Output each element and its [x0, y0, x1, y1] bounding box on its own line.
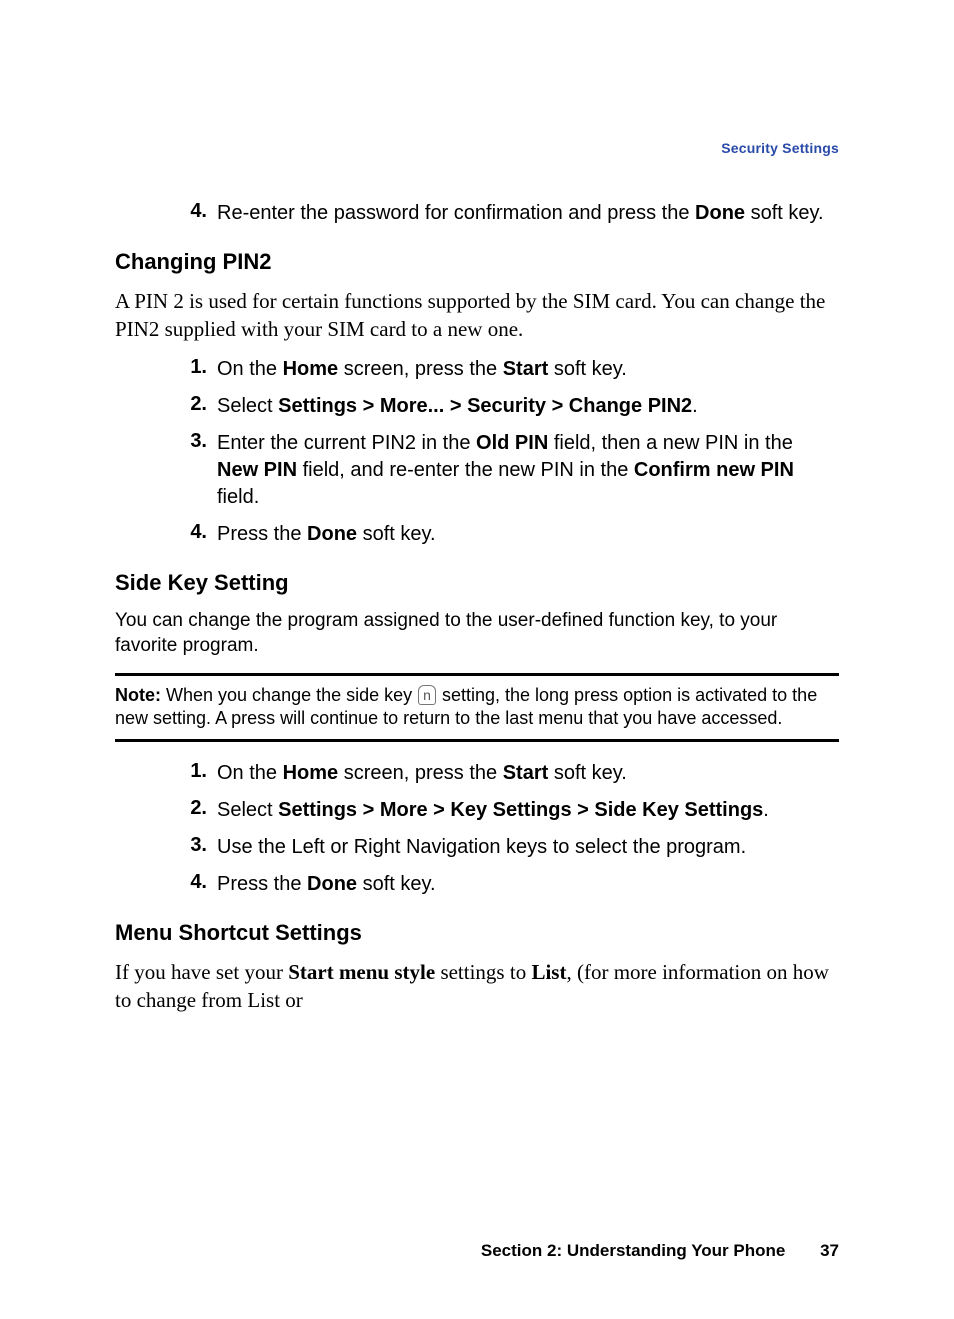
text-bold: Confirm new PIN — [634, 459, 794, 481]
step-number: 4. — [175, 200, 207, 227]
text-bold: List — [531, 960, 566, 984]
text-segment: Enter the current PIN2 in the — [217, 432, 476, 454]
step-item: 4. Press the Done soft key. — [115, 521, 839, 548]
paragraph: A PIN 2 is used for certain functions su… — [115, 287, 839, 344]
page-number: 37 — [820, 1241, 839, 1261]
text-segment: field, and re-enter the new PIN in the — [297, 459, 634, 481]
text-segment: soft key. — [745, 202, 824, 224]
step-item: 1. On the Home screen, press the Start s… — [115, 760, 839, 787]
text-segment: . — [763, 799, 769, 821]
step-number: 2. — [175, 797, 207, 824]
text-bold: Done — [307, 523, 357, 545]
text-segment: Select — [217, 799, 278, 821]
paragraph: If you have set your Start menu style se… — [115, 958, 839, 1015]
step-item: 3. Use the Left or Right Navigation keys… — [115, 834, 839, 861]
text-bold: Settings > More... > Security > Change P… — [278, 395, 692, 417]
header-section-label: Security Settings — [721, 140, 839, 156]
text-bold: Done — [307, 873, 357, 895]
text-segment: soft key. — [357, 523, 436, 545]
step-item: 1. On the Home screen, press the Start s… — [115, 356, 839, 383]
text-segment: Re-enter the password for confirmation a… — [217, 202, 695, 224]
text-bold: Settings > More > Key Settings > Side Ke… — [278, 799, 763, 821]
step-item: 4. Re-enter the password for confirmatio… — [115, 200, 839, 227]
text-segment: settings to — [435, 960, 531, 984]
text-segment: On the — [217, 358, 283, 380]
text-bold: Home — [283, 762, 339, 784]
text-segment: Press the — [217, 523, 307, 545]
text-bold: Start — [503, 762, 549, 784]
text-bold: Old PIN — [476, 432, 548, 454]
text-bold: Start menu style — [288, 960, 435, 984]
step-text: Press the Done soft key. — [217, 871, 436, 898]
step-text: Re-enter the password for confirmation a… — [217, 200, 824, 227]
text-segment: Select — [217, 395, 278, 417]
step-text: On the Home screen, press the Start soft… — [217, 356, 627, 383]
text-bold: Done — [695, 202, 745, 224]
text-bold: Home — [283, 358, 339, 380]
step-item: 4. Press the Done soft key. — [115, 871, 839, 898]
step-text: Enter the current PIN2 in the Old PIN fi… — [217, 430, 839, 511]
text-segment: screen, press the — [338, 762, 503, 784]
page-content: 4. Re-enter the password for confirmatio… — [115, 200, 839, 1014]
manual-page: Security Settings 4. Re-enter the passwo… — [0, 0, 954, 1319]
paragraph: You can change the program assigned to t… — [115, 608, 839, 659]
text-segment: If you have set your — [115, 960, 288, 984]
text-segment: Press the — [217, 873, 307, 895]
heading-menu-shortcut: Menu Shortcut Settings — [115, 920, 839, 946]
text-segment: soft key. — [357, 873, 436, 895]
text-segment: field, then a new PIN in the — [548, 432, 793, 454]
text-bold: New PIN — [217, 459, 297, 481]
note-label: Note: — [115, 685, 161, 705]
step-text: Use the Left or Right Navigation keys to… — [217, 834, 746, 861]
step-text: Select Settings > More... > Security > C… — [217, 393, 698, 420]
heading-side-key: Side Key Setting — [115, 570, 839, 596]
step-number: 3. — [175, 430, 207, 511]
text-segment: screen, press the — [338, 358, 503, 380]
side-key-icon: n — [418, 685, 436, 705]
step-text: On the Home screen, press the Start soft… — [217, 760, 627, 787]
text-segment: On the — [217, 762, 283, 784]
step-number: 4. — [175, 521, 207, 548]
step-item: 2. Select Settings > More... > Security … — [115, 393, 839, 420]
text-bold: Start — [503, 358, 549, 380]
page-footer: Section 2: Understanding Your Phone 37 — [481, 1241, 839, 1261]
text-segment: soft key. — [548, 762, 627, 784]
text-segment: . — [692, 395, 698, 417]
step-number: 1. — [175, 760, 207, 787]
step-text: Select Settings > More > Key Settings > … — [217, 797, 769, 824]
footer-section: Section 2: Understanding Your Phone — [481, 1241, 785, 1260]
text-segment: soft key. — [548, 358, 627, 380]
step-item: 2. Select Settings > More > Key Settings… — [115, 797, 839, 824]
text-segment: Use the Left or Right Navigation keys to… — [217, 836, 746, 858]
step-number: 1. — [175, 356, 207, 383]
step-number: 2. — [175, 393, 207, 420]
note-box: Note: When you change the side key n set… — [115, 673, 839, 742]
step-item: 3. Enter the current PIN2 in the Old PIN… — [115, 430, 839, 511]
step-number: 4. — [175, 871, 207, 898]
step-number: 3. — [175, 834, 207, 861]
text-segment: When you change the side key — [161, 685, 417, 705]
heading-changing-pin2: Changing PIN2 — [115, 249, 839, 275]
text-segment: field. — [217, 486, 259, 508]
step-text: Press the Done soft key. — [217, 521, 436, 548]
